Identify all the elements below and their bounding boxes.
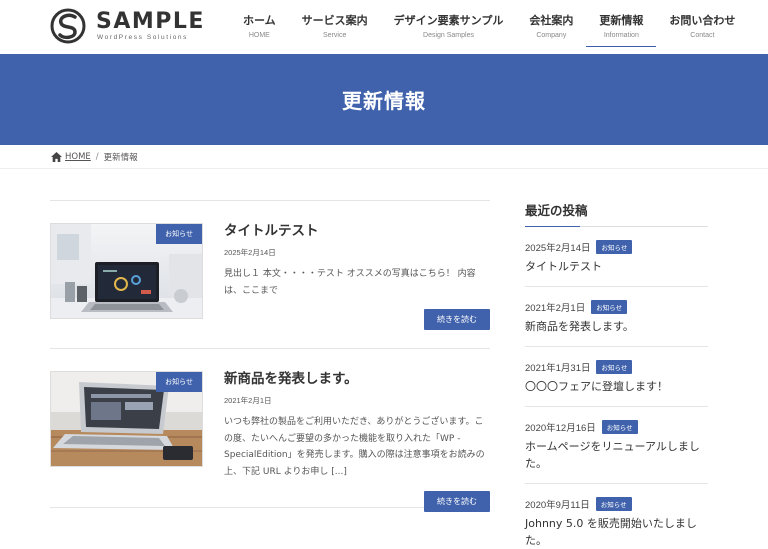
nav-item-information[interactable]: 更新情報 Information [586,0,657,54]
post-date: 2021年2月1日 [224,396,272,405]
category-badge: お知らせ [156,372,202,392]
page-header-banner: 更新情報 [0,54,768,145]
nav-label: 会社案内 [529,14,574,27]
nav-sublabel: HOME [248,32,270,39]
category-badge: お知らせ [596,360,633,374]
nav-sublabel: Information [603,32,639,39]
category-badge: お知らせ [596,240,633,254]
nav-sublabel: Company [536,32,567,39]
recent-post-item[interactable]: 2021年1月31日 お知らせ 〇〇〇フェアに登壇します！ [525,347,708,407]
post-title-link[interactable]: 新商品を発表します。 [224,369,490,389]
recent-post-date: 2025年2月14日 [525,243,591,254]
recent-post-item[interactable]: 2020年9月11日 お知らせ Johnny 5.0 を販売開始いたしました。 [525,484,708,549]
category-badge: お知らせ [595,497,632,511]
sidebar-recent-posts: 最近の投稿 2025年2月14日 お知らせ タイトルテスト 2021年2月1日 … [525,200,708,549]
nav-sublabel: Design Samples [423,32,474,39]
nav-item-home[interactable]: ホーム HOME [230,0,289,54]
nav-label: 更新情報 [599,14,644,27]
breadcrumb-current: 更新情報 [103,152,138,163]
recent-post-title[interactable]: 新商品を発表します。 [525,318,708,335]
page-title: 更新情報 [342,89,426,113]
recent-post-item[interactable]: 2021年2月1日 お知らせ 新商品を発表します。 [525,287,708,347]
heading-accent-line [525,226,580,227]
recent-post-date: 2020年12月16日 [525,423,596,434]
nav-label: ホーム [243,14,276,27]
nav-item-company[interactable]: 会社案内 Company [516,0,586,54]
post-thumbnail[interactable]: お知らせ [50,371,203,467]
recent-post-title[interactable]: Johnny 5.0 を販売開始いたしました。 [525,515,708,549]
recent-post-date: 2021年2月1日 [525,303,586,314]
category-badge: お知らせ [601,420,638,434]
post-date: 2025年2月14日 [224,248,276,257]
nav-sublabel: Contact [690,32,715,39]
category-badge: お知らせ [591,300,628,314]
recent-post-date: 2020年9月11日 [525,500,590,511]
post-excerpt: いつも弊社の製品をご利用いただき、ありがとうございます。この度、たいへんご要望の… [224,417,485,477]
home-icon [51,151,62,162]
recent-post-item[interactable]: 2020年12月16日 お知らせ ホームページをリニューアルしました。 [525,407,708,484]
recent-post-title[interactable]: 〇〇〇フェアに登壇します！ [525,378,708,395]
breadcrumb: HOME / 更新情報 [0,145,768,169]
post-item: お知らせ 新商品を発表します。 2021年2月1日 いつも弊社の製品をご利用いた… [50,348,490,512]
logo-title: SAMPLE [96,9,205,34]
nav-label: デザイン要素サンプル [393,14,504,27]
post-title-link[interactable]: タイトルテスト [224,221,490,241]
category-badge: お知らせ [156,224,202,244]
nav-item-contact[interactable]: お問い合わせ Contact [656,0,748,54]
recent-post-date: 2021年1月31日 [525,363,591,374]
post-list: お知らせ タイトルテスト 2025年2月14日 見出し１ 本文・・・・テスト オ… [50,200,490,512]
nav-item-design-samples[interactable]: デザイン要素サンプル Design Samples [381,0,517,54]
post-thumbnail[interactable]: お知らせ [50,223,203,319]
post-excerpt: 見出し１ 本文・・・・テスト オススメの写真はこちら！ 内容は、ここまで [224,269,476,296]
sidebar-heading: 最近の投稿 [525,200,708,227]
nav-label: お問い合わせ [669,14,736,27]
recent-post-title[interactable]: タイトルテスト [525,258,708,275]
nav-label: サービス案内 [301,14,368,27]
recent-post-title[interactable]: ホームページをリニューアルしました。 [525,438,708,472]
logo-subtitle: WordPress Solutions [97,34,188,41]
read-more-button[interactable]: 続きを読む [424,491,490,512]
site-header: SAMPLE WordPress Solutions ホーム HOME サービス… [0,0,768,54]
nav-sublabel: Service [323,32,347,39]
global-nav: ホーム HOME サービス案内 Service デザイン要素サンプル Desig… [230,0,748,54]
recent-post-item[interactable]: 2025年2月14日 お知らせ タイトルテスト [525,227,708,287]
read-more-button[interactable]: 続きを読む [424,309,490,330]
breadcrumb-home-link[interactable]: HOME [65,152,91,162]
post-item: お知らせ タイトルテスト 2025年2月14日 見出し１ 本文・・・・テスト オ… [50,200,490,348]
logo-mark-icon [50,8,86,44]
site-logo[interactable]: SAMPLE WordPress Solutions [50,8,205,44]
nav-item-service[interactable]: サービス案内 Service [289,0,381,54]
sidebar-heading-text: 最近の投稿 [525,203,588,218]
breadcrumb-separator: / [95,151,99,162]
